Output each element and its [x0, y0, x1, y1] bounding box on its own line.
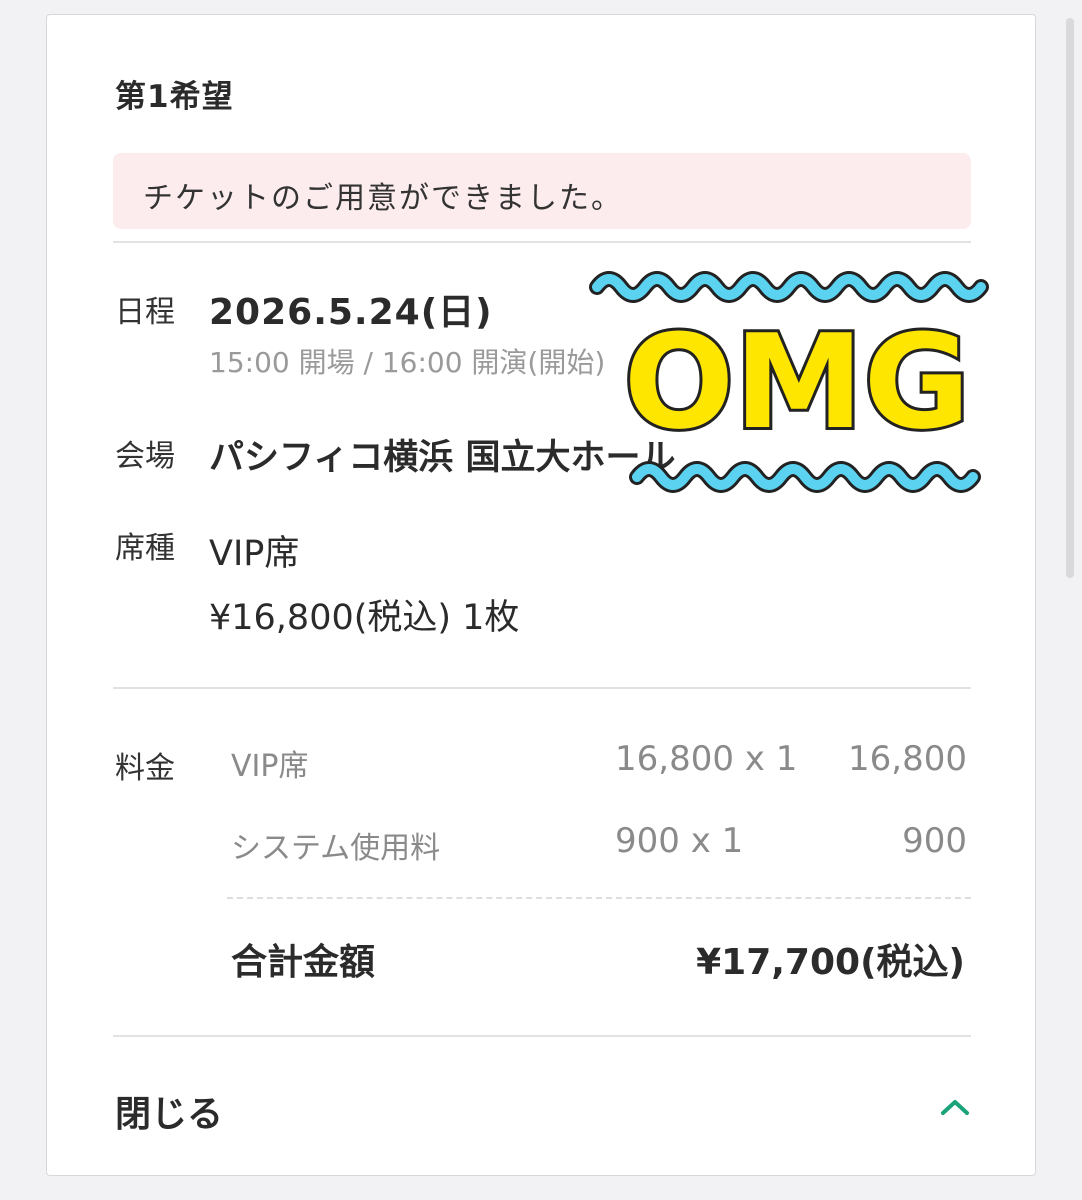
- date-value: 2026.5.24(日): [209, 292, 493, 333]
- date-label: 日程: [115, 295, 175, 330]
- scrollbar[interactable]: [1066, 18, 1074, 578]
- seat-price: ¥16,800(税込) 1枚: [209, 598, 520, 638]
- venue-label: 会場: [115, 439, 175, 474]
- fee-item-qty: 900 x 1: [615, 821, 744, 861]
- seat-label: 席種: [115, 531, 175, 566]
- omg-text: OMG: [624, 306, 971, 458]
- preference-heading: 第1希望: [115, 79, 234, 115]
- seat-value: VIP席: [209, 534, 300, 574]
- fee-item-subtotal: 900: [902, 821, 967, 861]
- fee-item-subtotal: 16,800: [848, 739, 967, 779]
- divider: [113, 687, 971, 689]
- fee-item-name: VIP席: [231, 749, 309, 784]
- chevron-up-icon[interactable]: [937, 1095, 973, 1119]
- fee-item-name: システム使用料: [231, 831, 441, 866]
- fee-item-qty: 16,800 x 1: [615, 739, 798, 779]
- total-value: ¥17,700(税込): [696, 942, 965, 983]
- omg-sticker: OMG: [589, 271, 989, 493]
- ticket-detail-card: 第1希望 チケットのご用意ができました。 日程 2026.5.24(日) 15:…: [46, 14, 1036, 1176]
- time-value: 15:00 開場 / 16:00 開演(開始): [209, 346, 606, 379]
- status-notice: チケットのご用意ができました。: [113, 153, 971, 229]
- divider: [113, 241, 971, 243]
- status-notice-text: チケットのご用意ができました。: [143, 181, 623, 216]
- close-toggle[interactable]: 閉じる: [115, 1085, 223, 1137]
- dashed-divider: [227, 897, 971, 899]
- total-label: 合計金額: [231, 942, 376, 983]
- divider: [113, 1035, 971, 1037]
- fees-label: 料金: [115, 751, 175, 786]
